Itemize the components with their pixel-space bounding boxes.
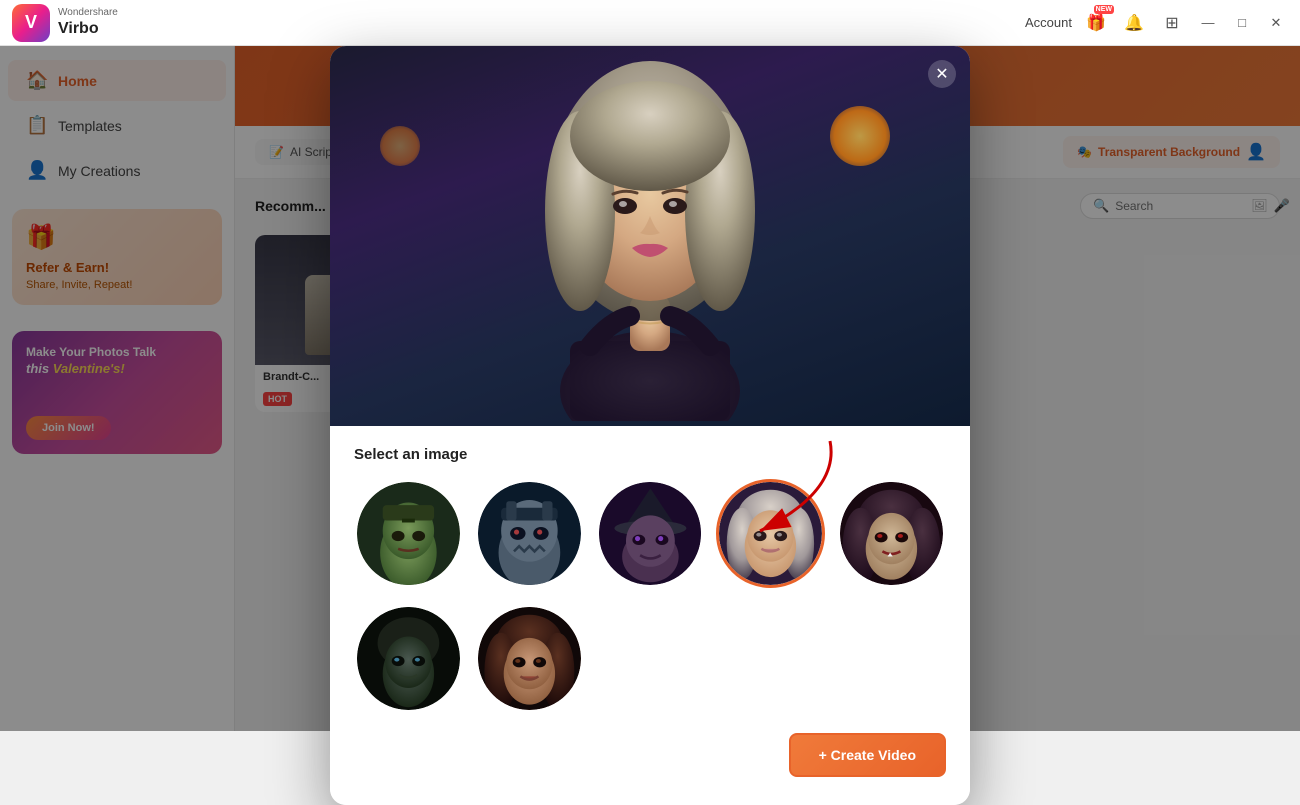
logo-icon: V bbox=[12, 4, 50, 42]
close-button[interactable]: ✕ bbox=[1264, 11, 1288, 35]
avatar-item-2[interactable] bbox=[475, 479, 584, 588]
portrait-svg bbox=[510, 51, 790, 421]
modal-close-button[interactable]: ✕ bbox=[928, 60, 956, 88]
avatar-circle-5 bbox=[840, 482, 943, 585]
brand-top: Wondershare bbox=[58, 7, 118, 19]
account-label: Account bbox=[1025, 15, 1072, 30]
create-video-button[interactable]: + Create Video bbox=[789, 733, 946, 777]
bell-icon[interactable]: 🔔 bbox=[1120, 9, 1148, 37]
avatar-placeholder-3 bbox=[596, 604, 705, 713]
avatar-grid-row1 bbox=[354, 479, 946, 588]
avatar-circle-6 bbox=[357, 607, 460, 710]
select-image-label: Select an image bbox=[354, 446, 946, 463]
bg-orb-1 bbox=[830, 106, 890, 166]
avatar-placeholder-4 bbox=[716, 604, 825, 713]
image-select-modal: ✕ Select an image bbox=[330, 46, 970, 805]
logo-text: Wondershare Virbo bbox=[58, 7, 118, 38]
avatar-item-4[interactable] bbox=[716, 479, 825, 588]
avatar-circle-1 bbox=[357, 482, 460, 585]
modal-preview-image: ✕ bbox=[330, 46, 970, 426]
avatar-circle-7 bbox=[478, 607, 581, 710]
title-bar: V Wondershare Virbo Account 🎁 NEW 🔔 ⊞ — … bbox=[0, 0, 1300, 46]
avatar-item-7[interactable] bbox=[475, 604, 584, 713]
avatar-item-1[interactable] bbox=[354, 479, 463, 588]
grid-icon[interactable]: ⊞ bbox=[1158, 9, 1186, 37]
modal-footer: + Create Video bbox=[354, 733, 946, 781]
app-logo: V Wondershare Virbo bbox=[12, 4, 118, 42]
gift-icon[interactable]: 🎁 NEW bbox=[1082, 9, 1110, 37]
modal-body: Select an image bbox=[330, 426, 970, 805]
avatar-item-5[interactable] bbox=[837, 479, 946, 588]
titlebar-right: Account 🎁 NEW 🔔 ⊞ — □ ✕ bbox=[1025, 9, 1288, 37]
avatar-placeholder-5 bbox=[837, 604, 946, 713]
new-badge: NEW bbox=[1094, 5, 1114, 14]
brand-name: Virbo bbox=[58, 19, 118, 38]
modal-overlay[interactable]: ✕ Select an image bbox=[0, 46, 1300, 731]
avatar-circle-2 bbox=[478, 482, 581, 585]
bg-orb-2 bbox=[380, 126, 420, 166]
avatar-circle-3 bbox=[599, 482, 702, 585]
maximize-button[interactable]: □ bbox=[1230, 11, 1254, 35]
avatar-item-3[interactable] bbox=[596, 479, 705, 588]
avatar-circle-4 bbox=[719, 482, 822, 585]
minimize-button[interactable]: — bbox=[1196, 11, 1220, 35]
avatar-grid-row2 bbox=[354, 604, 946, 713]
avatar-item-6[interactable] bbox=[354, 604, 463, 713]
